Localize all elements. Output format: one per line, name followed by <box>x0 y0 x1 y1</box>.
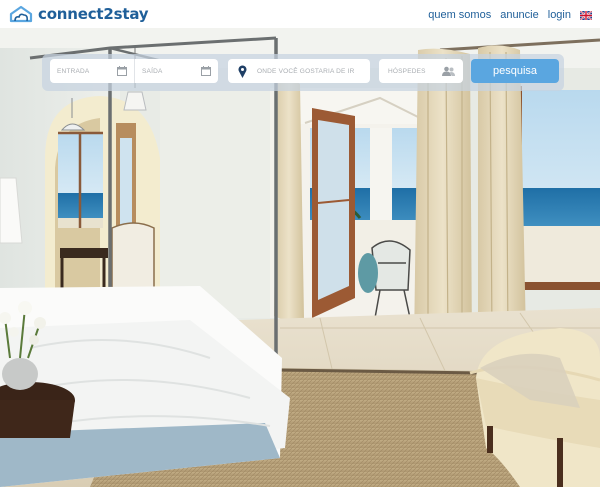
destination-field[interactable]: ONDE VOCÊ GOSTARIA DE IR <box>228 59 370 83</box>
guests-icon <box>442 66 455 76</box>
nav-advertise-link[interactable]: anuncie <box>500 8 539 22</box>
destination-placeholder: ONDE VOCÊ GOSTARIA DE IR <box>257 67 355 75</box>
checkin-field[interactable]: ENTRADA <box>50 59 134 83</box>
nav-login-link[interactable]: login <box>548 8 571 22</box>
top-nav: quem somos anuncie login <box>419 8 592 22</box>
calendar-icon <box>201 66 211 76</box>
house-cloud-icon <box>9 5 33 23</box>
bedroom-ocean-view-photo <box>0 28 600 487</box>
guests-field[interactable]: HÓSPEDES <box>379 59 463 83</box>
guests-placeholder: HÓSPEDES <box>388 67 426 75</box>
checkout-placeholder: SAÍDA <box>142 67 163 75</box>
checkin-placeholder: ENTRADA <box>57 67 90 75</box>
hero-section: ENTRADA SAÍDA ONDE VOCÊ GOSTARIA DE IR H… <box>0 28 600 487</box>
checkout-field[interactable]: SAÍDA <box>134 59 218 83</box>
search-bar: ENTRADA SAÍDA ONDE VOCÊ GOSTARIA DE IR H… <box>42 54 564 91</box>
location-pin-icon <box>238 64 247 78</box>
brand-logo[interactable]: connect2stay <box>8 4 149 24</box>
nav-about-link[interactable]: quem somos <box>428 8 491 22</box>
search-button[interactable]: pesquisa <box>471 59 559 83</box>
brand-name: connect2stay <box>38 5 149 23</box>
site-header: connect2stay quem somos anuncie login <box>0 0 600 28</box>
uk-flag-icon[interactable] <box>580 10 592 20</box>
calendar-icon <box>117 66 127 76</box>
date-range-field: ENTRADA SAÍDA <box>50 59 218 83</box>
